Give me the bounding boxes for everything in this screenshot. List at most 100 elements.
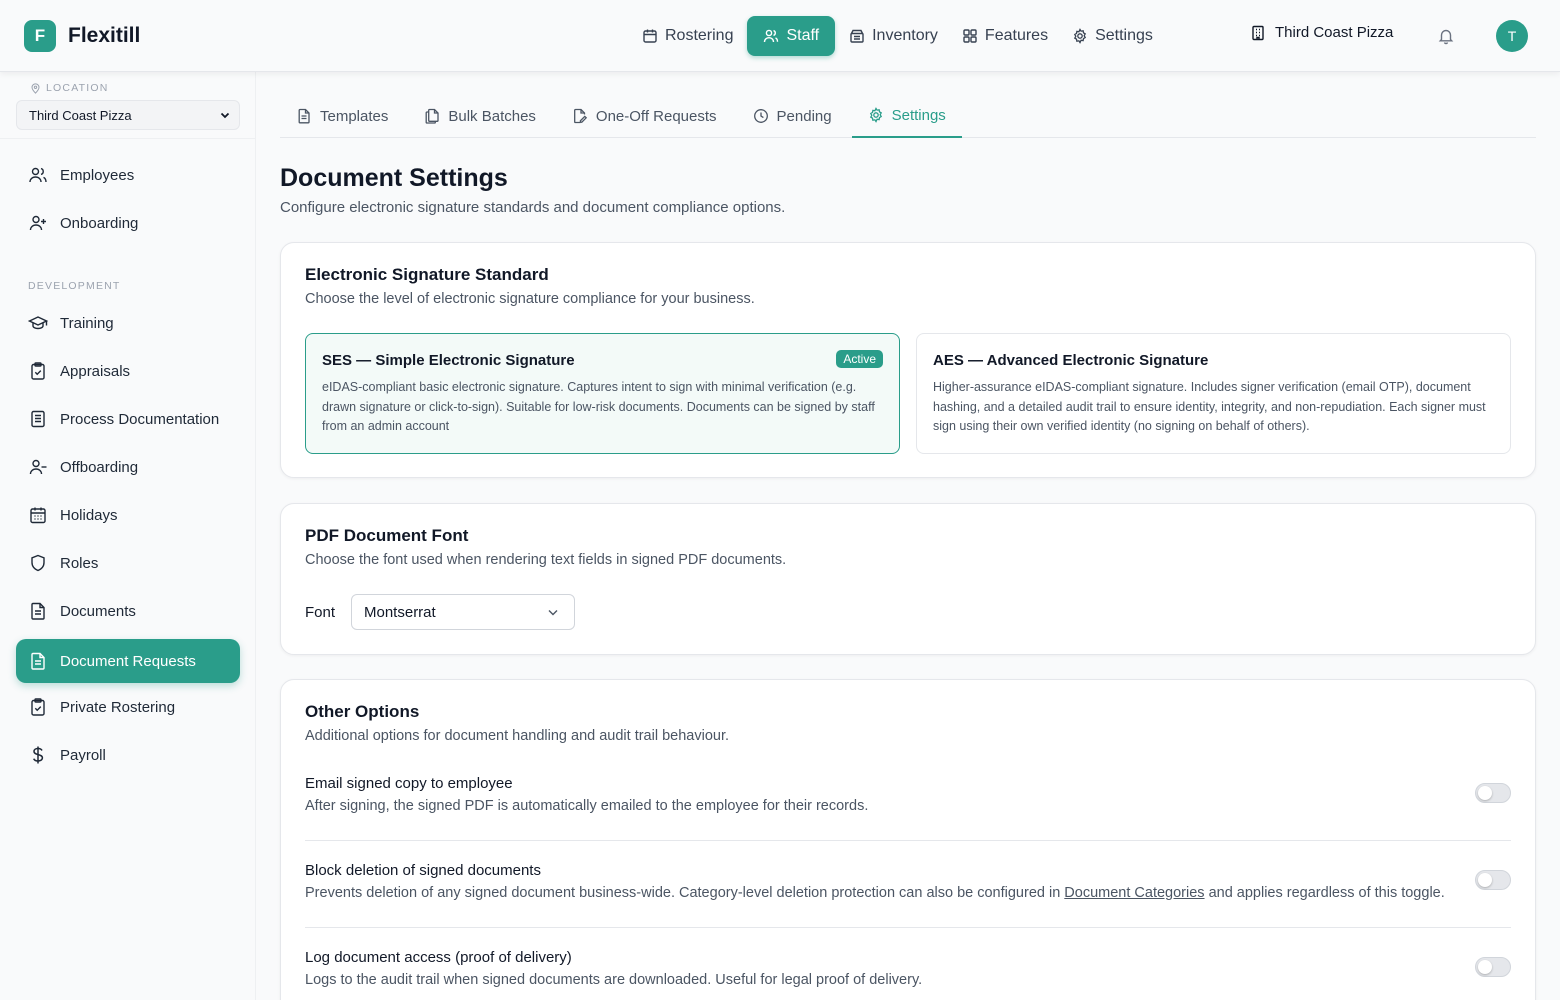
- sidebar-item-process-documentation[interactable]: Process Documentation: [16, 397, 240, 441]
- sidebar-item-holidays[interactable]: Holidays: [16, 493, 240, 537]
- tab-settings[interactable]: Settings: [851, 94, 962, 138]
- graduation-cap-icon: [28, 313, 48, 333]
- file-text-icon: [28, 651, 48, 671]
- signature-standard-card: Electronic Signature Standard Choose the…: [280, 242, 1536, 478]
- location-select-value: Third Coast Pizza: [29, 107, 132, 123]
- option-title: AES — Advanced Electronic Signature: [933, 352, 1209, 369]
- calendar-days-icon: [28, 505, 48, 525]
- font-select[interactable]: Montserrat: [351, 594, 575, 630]
- option-row-block-deletion: Block deletion of signed documents Preve…: [305, 862, 1511, 901]
- users-icon: [763, 28, 779, 44]
- nav-settings[interactable]: Settings: [1062, 16, 1163, 56]
- option-help-text-end: and applies regardless of this toggle.: [1204, 885, 1445, 901]
- brand-name: Flexitill: [68, 24, 141, 47]
- map-pin-icon: [30, 82, 41, 94]
- tab-one-off-requests-label: One-Off Requests: [595, 107, 717, 125]
- sidebar-item-documents[interactable]: Documents: [16, 589, 240, 633]
- option-title: SES — Simple Electronic Signature: [322, 352, 575, 369]
- email-signed-copy-toggle[interactable]: [1475, 783, 1511, 803]
- tab-one-off-requests[interactable]: One-Off Requests: [556, 94, 733, 138]
- nav-staff[interactable]: Staff: [747, 16, 836, 56]
- document-tabs: Templates Bulk Batches One-Off Requests …: [280, 94, 1536, 138]
- sidebar-item-roles[interactable]: Roles: [16, 541, 240, 585]
- file-icon: [296, 108, 312, 124]
- nav-inventory-label: Inventory: [872, 27, 938, 44]
- sidebar-item-label: Documents: [60, 602, 136, 620]
- card-description: Choose the font used when rendering text…: [305, 552, 787, 568]
- location-select[interactable]: Third Coast Pizza: [16, 100, 240, 130]
- tab-bulk-batches[interactable]: Bulk Batches: [408, 94, 552, 138]
- log-access-toggle[interactable]: [1475, 957, 1511, 977]
- location-switcher-label: Third Coast Pizza: [1275, 24, 1394, 41]
- sidebar-item-label: Offboarding: [60, 458, 139, 476]
- nav-rostering[interactable]: Rostering: [632, 16, 743, 56]
- dollar-icon: [28, 745, 48, 765]
- chevron-down-icon: [546, 605, 560, 619]
- font-select-value: Montserrat: [364, 603, 436, 621]
- sidebar-item-label: Appraisals: [60, 362, 131, 380]
- sidebar-item-label: Onboarding: [60, 214, 139, 232]
- page-subtitle: Configure electronic signature standards…: [280, 199, 786, 216]
- option-name: Log document access (proof of delivery): [305, 949, 572, 966]
- sidebar-item-training[interactable]: Training: [16, 301, 240, 345]
- sidebar: LOCATION Third Coast Pizza Employees Onb…: [0, 72, 256, 1000]
- option-description: eIDAS-compliant basic electronic signatu…: [322, 380, 875, 433]
- tab-settings-label: Settings: [891, 106, 946, 124]
- sidebar-item-appraisals[interactable]: Appraisals: [16, 349, 240, 393]
- location-label: LOCATION: [30, 82, 109, 94]
- option-row-email-signed-copy: Email signed copy to employee After sign…: [305, 775, 1511, 814]
- sidebar-item-payroll[interactable]: Payroll: [16, 733, 240, 777]
- files-icon: [424, 108, 440, 124]
- status-badge: Active: [836, 350, 883, 368]
- sidebar-item-offboarding[interactable]: Offboarding: [16, 445, 240, 489]
- option-help: After signing, the signed PDF is automat…: [305, 798, 869, 814]
- tab-pending[interactable]: Pending: [737, 94, 848, 138]
- option-aes[interactable]: AES — Advanced Electronic Signature High…: [916, 333, 1511, 454]
- location-switcher[interactable]: Third Coast Pizza: [1250, 24, 1393, 41]
- clipboard-check-icon: [28, 697, 48, 717]
- page-title: Document Settings: [280, 164, 508, 192]
- bell-icon[interactable]: [1436, 26, 1456, 46]
- sidebar-item-label: Private Rostering: [60, 698, 176, 716]
- font-label: Font: [305, 604, 336, 621]
- sidebar-item-private-rostering[interactable]: Private Rostering: [16, 685, 240, 729]
- card-title: PDF Document Font: [305, 526, 469, 545]
- gear-icon: [868, 107, 884, 123]
- nav-staff-label: Staff: [786, 27, 820, 44]
- avatar[interactable]: T: [1496, 20, 1528, 52]
- option-help-text: Prevents deletion of any signed document…: [305, 885, 1065, 901]
- option-row-log-access: Log document access (proof of delivery) …: [305, 949, 1511, 988]
- sidebar-divider: [0, 138, 256, 139]
- tab-templates[interactable]: Templates: [280, 94, 404, 138]
- option-name: Email signed copy to employee: [305, 775, 513, 792]
- nav-features-label: Features: [984, 27, 1049, 44]
- tab-bulk-batches-label: Bulk Batches: [448, 107, 536, 125]
- sidebar-item-onboarding[interactable]: Onboarding: [16, 201, 240, 245]
- sidebar-section-development: DEVELOPMENT: [28, 280, 121, 292]
- block-deletion-toggle[interactable]: [1475, 870, 1511, 890]
- sidebar-item-label: Training: [60, 314, 114, 332]
- card-title: Electronic Signature Standard: [305, 265, 549, 284]
- sidebar-item-label: Roles: [60, 554, 99, 572]
- row-divider: [305, 840, 1511, 841]
- nav-inventory[interactable]: Inventory: [839, 16, 948, 56]
- sidebar-item-label: Payroll: [60, 746, 106, 764]
- document-categories-link[interactable]: Document Categories: [1064, 885, 1204, 901]
- brand-logo: F: [24, 20, 56, 52]
- option-ses[interactable]: SES — Simple Electronic Signature Active…: [305, 333, 900, 454]
- shield-icon: [28, 553, 48, 573]
- brand[interactable]: F Flexitill: [24, 20, 140, 52]
- clipboard-check-icon: [28, 361, 48, 381]
- file-edit-icon: [572, 108, 588, 124]
- tab-templates-label: Templates: [320, 107, 389, 125]
- top-nav: Rostering Staff Inventory Features Setti…: [632, 16, 1163, 56]
- sidebar-item-document-requests[interactable]: Document Requests: [16, 639, 240, 683]
- sidebar-item-employees[interactable]: Employees: [16, 153, 240, 197]
- user-minus-icon: [28, 457, 48, 477]
- card-description: Additional options for document handling…: [305, 728, 730, 744]
- nav-features[interactable]: Features: [952, 16, 1058, 56]
- building-icon: [1250, 25, 1266, 41]
- location-label-text: LOCATION: [46, 82, 109, 94]
- nav-settings-label: Settings: [1095, 27, 1153, 44]
- nav-rostering-label: Rostering: [665, 27, 734, 44]
